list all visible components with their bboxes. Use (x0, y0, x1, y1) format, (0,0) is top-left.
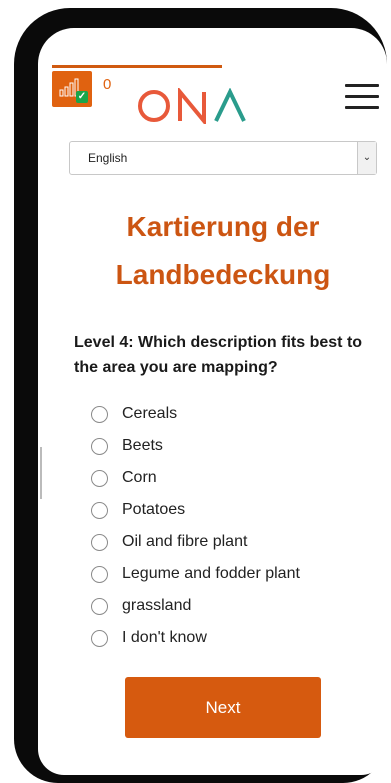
hamburger-menu-icon[interactable] (345, 84, 379, 114)
option-dont-know[interactable]: I don't know (91, 622, 300, 654)
option-cereals[interactable]: Cereals (91, 398, 300, 430)
option-corn[interactable]: Corn (91, 462, 300, 494)
radio-button[interactable] (91, 629, 108, 647)
option-beets[interactable]: Beets (91, 430, 300, 462)
radio-button[interactable] (91, 501, 108, 519)
option-potatoes[interactable]: Potatoes (91, 494, 300, 526)
option-grassland[interactable]: grassland (91, 590, 300, 622)
option-oil-and-fibre-plant[interactable]: Oil and fibre plant (91, 526, 300, 558)
radio-button[interactable] (91, 597, 108, 615)
page-title-line-2: Landbedeckung (115, 259, 331, 290)
radio-button[interactable] (91, 565, 108, 583)
option-label: Legume and fodder plant (122, 565, 300, 582)
phone-frame: ✓ 0 English ⌄ Kartierung der Landbedecku… (14, 8, 387, 783)
radio-button[interactable] (91, 533, 108, 551)
answer-options: Cereals Beets Corn Potatoes Oil and fibr… (91, 398, 300, 654)
option-label: grassland (122, 597, 192, 614)
side-bracket-mark (40, 447, 46, 499)
option-label: Oil and fibre plant (122, 533, 248, 550)
network-status-badge: ✓ (52, 71, 92, 107)
page-title: Kartierung der Landbedeckung (68, 203, 378, 299)
language-selected-value: English (88, 151, 128, 165)
option-label: I don't know (122, 629, 207, 646)
page-title-line-1: Kartierung der (126, 211, 320, 242)
progress-line (52, 65, 222, 68)
radio-button[interactable] (91, 469, 108, 487)
option-legume-and-fodder-plant[interactable]: Legume and fodder plant (91, 558, 300, 590)
app-screen: ✓ 0 English ⌄ Kartierung der Landbedecku… (38, 28, 387, 775)
option-label: Beets (122, 437, 163, 454)
radio-button[interactable] (91, 437, 108, 455)
option-label: Corn (122, 469, 157, 486)
language-select[interactable]: English ⌄ (69, 141, 377, 175)
question-text: Level 4: Which description fits best to … (74, 334, 363, 376)
points-counter: 0 (103, 76, 112, 93)
option-label: Potatoes (122, 501, 186, 518)
chevron-down-icon[interactable]: ⌄ (357, 142, 376, 174)
next-button[interactable]: Next (125, 677, 321, 738)
option-label: Cereals (122, 405, 178, 422)
ona-logo (136, 86, 248, 129)
radio-button[interactable] (91, 405, 108, 423)
checkmark-icon: ✓ (76, 91, 88, 103)
